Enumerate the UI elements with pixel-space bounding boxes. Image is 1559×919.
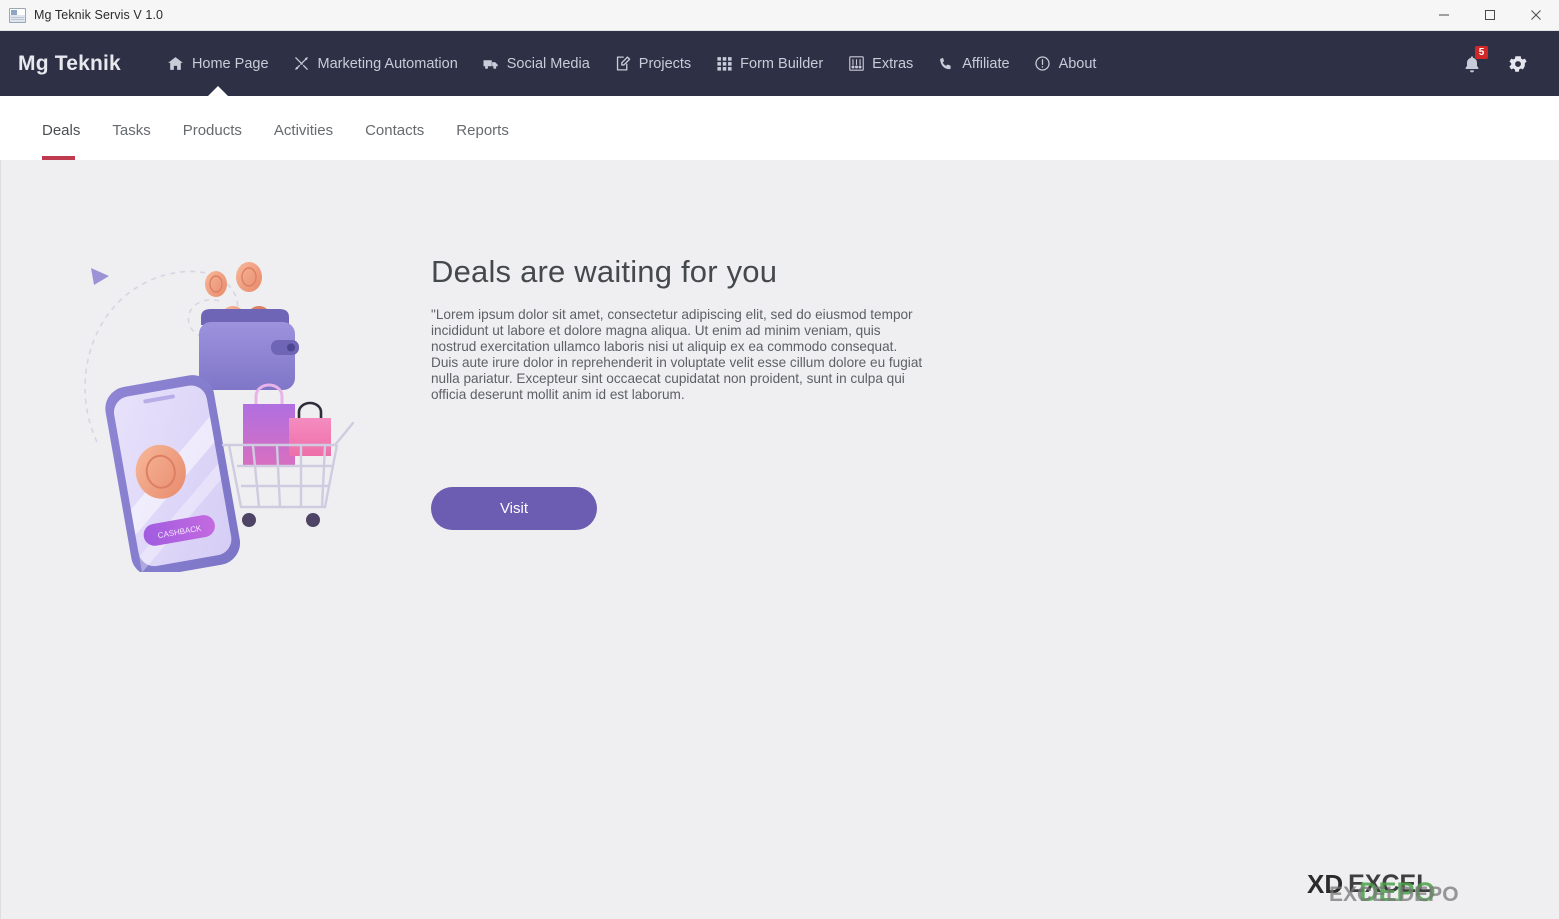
page-title: Deals are waiting for you <box>431 254 778 289</box>
tab-label-tasks: Tasks <box>112 122 151 139</box>
nav-item-affiliate[interactable]: Affiliate <box>925 31 1021 96</box>
watermark-primary: XD EXCEL <box>1307 869 1431 900</box>
nav-label-about: About <box>1058 55 1097 72</box>
nav-label-home-page: Home Page <box>191 55 269 72</box>
brand-logo[interactable]: Mg Teknik <box>18 52 121 76</box>
main-menu: Home Page Marketing Automation Social Me… <box>155 31 1109 97</box>
watermark-tertiary-text: EXCELDEPO <box>1329 883 1459 906</box>
tab-label-reports: Reports <box>456 122 509 139</box>
nav-label-marketing-automation: Marketing Automation <box>317 55 458 72</box>
close-button[interactable] <box>1513 0 1559 30</box>
settings-button[interactable] <box>1505 51 1531 77</box>
maximize-button[interactable] <box>1467 0 1513 30</box>
tab-activities[interactable]: Activities <box>274 122 354 139</box>
nav-item-marketing-automation[interactable]: Marketing Automation <box>281 31 470 96</box>
nav-label-social-media: Social Media <box>506 55 590 72</box>
main-content-area: CASHBACK Deals are waiting for you "Lore… <box>0 160 1559 919</box>
sliders-icon <box>847 55 865 73</box>
module-tab-bar: Deals Tasks Products Activities Contacts… <box>0 96 1559 160</box>
nav-label-extras: Extras <box>872 55 914 72</box>
tab-label-contacts: Contacts <box>365 122 425 139</box>
tab-contacts[interactable]: Contacts <box>365 122 445 139</box>
title-bar-left: Mg Teknik Servis V 1.0 <box>0 0 163 30</box>
watermark-secondary-text: DEPO <box>1359 877 1436 907</box>
watermark-mark: XD <box>1307 869 1344 899</box>
notifications-button[interactable]: 5 <box>1459 45 1488 77</box>
top-navigation-bar: Mg Teknik Home Page Marketing Automation <box>0 31 1559 97</box>
nav-label-affiliate: Affiliate <box>962 55 1010 72</box>
tab-tasks[interactable]: Tasks <box>112 122 171 139</box>
empty-state-hero: CASHBACK Deals are waiting for you "Lore… <box>1 160 1559 572</box>
tab-products[interactable]: Products <box>183 122 263 139</box>
tab-reports[interactable]: Reports <box>456 122 530 139</box>
nav-item-home-page[interactable]: Home Page <box>155 31 281 97</box>
hero-illustration-wrap: CASHBACK <box>1 232 431 572</box>
nav-label-projects: Projects <box>638 55 692 72</box>
home-icon <box>167 55 185 73</box>
grid-icon <box>715 55 733 73</box>
active-nav-pointer <box>206 86 229 97</box>
hero-text-block: Deals are waiting for you "Lorem ipsum d… <box>431 232 951 530</box>
phone-icon <box>937 55 955 73</box>
tab-label-products: Products <box>182 122 242 139</box>
nav-right-actions: 5 <box>1459 45 1537 77</box>
window-controls <box>1421 0 1559 30</box>
notification-count-badge: 5 <box>1475 45 1488 59</box>
watermark-primary-text: EXCEL <box>1348 870 1432 898</box>
watermark-secondary: DEPO <box>1359 877 1436 908</box>
nav-item-social-media[interactable]: Social Media <box>470 31 602 96</box>
tab-label-activities: Activities <box>273 122 334 139</box>
nav-label-form-builder: Form Builder <box>740 55 824 72</box>
nav-item-form-builder[interactable]: Form Builder <box>703 31 835 96</box>
shopping-cashback-illustration: CASHBACK <box>84 262 355 572</box>
tab-deals[interactable]: Deals <box>42 122 101 160</box>
watermark: XD EXCEL DEPO EXCELDEPO <box>1299 863 1549 915</box>
tools-icon <box>293 55 311 73</box>
nav-item-about[interactable]: About <box>1022 31 1109 96</box>
truck-icon <box>482 55 500 73</box>
window-title-bar: Mg Teknik Servis V 1.0 <box>0 0 1559 31</box>
visit-button[interactable]: Visit <box>431 486 597 530</box>
minimize-button[interactable] <box>1421 0 1467 30</box>
nav-item-projects[interactable]: Projects <box>602 31 703 96</box>
app-window-icon <box>9 7 26 23</box>
tab-label-deals: Deals <box>42 122 81 139</box>
nav-item-extras[interactable]: Extras <box>835 31 925 96</box>
clipboard-pencil-icon <box>614 55 632 73</box>
window-title: Mg Teknik Servis V 1.0 <box>34 8 164 22</box>
info-circle-icon <box>1034 55 1052 73</box>
page-description: "Lorem ipsum dolor sit amet, consectetur… <box>431 307 923 403</box>
watermark-tertiary: EXCELDEPO <box>1329 883 1459 907</box>
